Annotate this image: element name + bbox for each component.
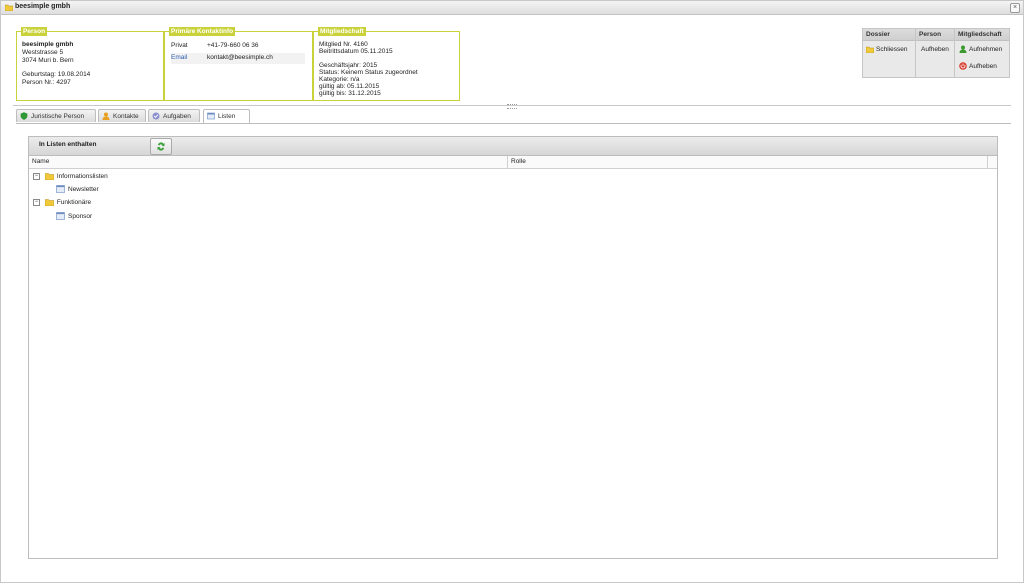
membership-box: Mitgliedschaft Mitglied Nr. 4160 Beitrit… — [313, 27, 460, 101]
column-name[interactable]: Name — [32, 158, 49, 165]
panel-header: In Listen enthalten — [29, 137, 997, 156]
contact-legend: Primäre Kontaktinfo — [169, 27, 236, 36]
dossier-window: beesimple gmbh × Person beesimple gmbh W… — [0, 0, 1024, 583]
membership-legend: Mitgliedschaft — [318, 27, 366, 36]
column-separator[interactable] — [987, 156, 988, 168]
person-group: Person Aufheben — [916, 29, 955, 77]
member-number: Mitglied Nr. 4160 — [319, 41, 368, 48]
close-dossier-button[interactable]: Schliessen — [866, 45, 907, 55]
add-membership-label: Aufnehmen — [969, 46, 1003, 53]
join-date: Beitrittsdatum 05.11.2015 — [319, 48, 393, 55]
person-name: beesimple gmbh — [22, 41, 74, 48]
person-street: Weststrasse 5 — [22, 49, 64, 56]
refresh-icon — [157, 142, 165, 151]
tab-label: Kontakte — [113, 113, 139, 120]
valid-from: gültig ab: 05.11.2015 — [319, 83, 380, 90]
list-icon — [56, 212, 65, 221]
tab-aufgaben[interactable]: Aufgaben — [148, 109, 200, 122]
person-city: 3074 Muri b. Bern — [22, 57, 74, 64]
window-title: beesimple gmbh — [15, 3, 71, 10]
email-link[interactable]: Email — [171, 54, 187, 61]
fiscal-year: Geschäftsjahr: 2015 — [319, 62, 378, 69]
tree-leaf-newsletter[interactable]: Newsletter — [56, 184, 99, 196]
tree-node-informationslisten[interactable]: − Informationslisten — [33, 171, 108, 183]
collapse-toggle[interactable]: − — [33, 172, 40, 180]
splitter-grip[interactable] — [507, 104, 517, 109]
person-legend: Person — [21, 27, 48, 36]
contact-value: +41-79-660 06 36 — [207, 42, 259, 49]
membership-group-header: Mitgliedschaft — [955, 29, 1009, 41]
contact-box: Primäre Kontaktinfo Privat +41-79-660 06… — [164, 27, 313, 101]
folder-icon — [866, 47, 874, 54]
collapse-toggle[interactable]: − — [33, 198, 40, 206]
contact-label: Privat — [171, 42, 188, 49]
tasks-icon — [152, 112, 160, 120]
cancel-membership-label: Aufheben — [969, 63, 997, 70]
contact-row-phone: Privat +41-79-660 06 36 — [171, 41, 305, 52]
folder-icon — [5, 4, 13, 11]
cancel-membership-button[interactable]: Aufheben — [959, 62, 997, 72]
tab-label: Aufgaben — [163, 113, 191, 120]
person-box: Person beesimple gmbh Weststrasse 5 3074… — [16, 27, 164, 101]
membership-status: Status: Keinem Status zugeordnet — [319, 69, 418, 76]
tab-kontakte[interactable]: Kontakte — [98, 109, 146, 122]
membership-category: Kategorie: n/a — [319, 76, 360, 83]
person-group-header: Person — [916, 29, 954, 41]
folder-icon — [44, 173, 54, 181]
refresh-button[interactable] — [150, 138, 172, 155]
user-add-icon — [959, 45, 967, 54]
action-toolbar: Dossier Schliessen Person Aufheben Mitgl… — [862, 28, 1010, 78]
column-role[interactable]: Rolle — [511, 158, 526, 165]
shield-icon — [20, 112, 28, 121]
column-separator[interactable] — [507, 156, 508, 168]
list-icon — [56, 185, 65, 194]
tree-leaf-label: Newsletter — [68, 186, 99, 193]
person-number: Person Nr.: 4297 — [22, 79, 71, 86]
dossier-group: Dossier Schliessen — [863, 29, 916, 77]
person-birthday: Geburtstag: 19.08.2014 — [22, 71, 91, 78]
folder-icon — [44, 199, 54, 207]
title-bar: beesimple gmbh × — [1, 1, 1023, 15]
tab-listen[interactable]: Listen — [203, 109, 250, 123]
tree-node-label: Informationslisten — [56, 173, 108, 180]
add-membership-button[interactable]: Aufnehmen — [959, 45, 1002, 55]
valid-to: gültig bis: 31.12.2015 — [319, 90, 381, 97]
list-icon — [207, 112, 215, 120]
close-dossier-label: Schliessen — [876, 46, 908, 53]
membership-group: Mitgliedschaft Aufnehmen Aufheben — [955, 29, 1009, 77]
contact-value: kontakt@beesimple.ch — [207, 54, 273, 61]
tab-underline — [16, 123, 1011, 124]
tree-node-funktionaere[interactable]: − Funktionäre — [33, 197, 91, 209]
tab-juristische-person[interactable]: Juristische Person — [16, 109, 96, 122]
contact-row-email: Email kontakt@beesimple.ch — [171, 53, 305, 64]
dossier-group-header: Dossier — [863, 29, 915, 41]
power-off-icon — [959, 62, 967, 71]
tab-label: Listen — [218, 113, 236, 120]
tree-leaf-sponsor[interactable]: Sponsor — [56, 211, 92, 223]
panel-title: In Listen enthalten — [39, 141, 97, 148]
close-window-button[interactable]: × — [1010, 3, 1020, 13]
column-headers: Name Rolle — [29, 156, 997, 169]
cancel-person-button[interactable]: Aufheben — [921, 45, 949, 55]
lists-panel: In Listen enthalten Name Rolle − Informa… — [28, 136, 998, 559]
tree-leaf-label: Sponsor — [68, 213, 93, 220]
tab-label: Juristische Person — [31, 113, 85, 120]
contact-icon — [102, 112, 110, 121]
tree-node-label: Funktionäre — [56, 199, 92, 206]
